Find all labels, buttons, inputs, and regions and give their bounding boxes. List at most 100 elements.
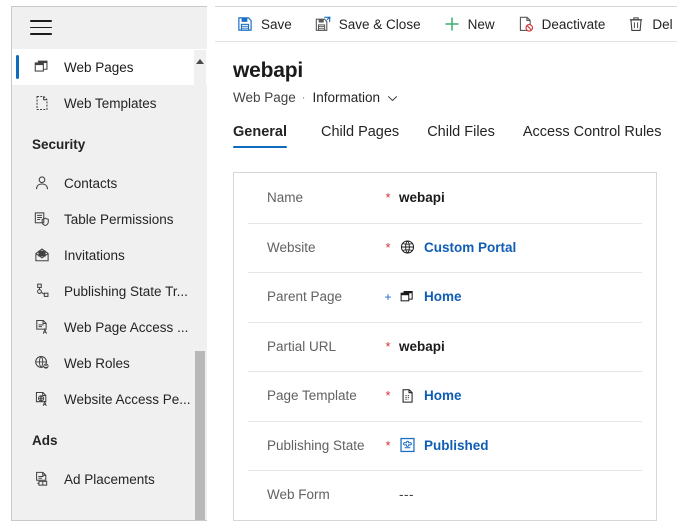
record-header: webapi Web Page · Information	[215, 43, 677, 121]
sidebar-item-label: Ad Placements	[64, 471, 155, 487]
deactivate-button[interactable]: Deactivate	[508, 9, 615, 39]
del-button[interactable]: Del	[618, 9, 677, 39]
sidebar-item-ad-placements[interactable]: Ad Placements	[12, 461, 207, 497]
app-window: Web Pages Web Templates Security Contacts Ta…	[0, 0, 677, 531]
field-value-partial-url[interactable]: webapi	[396, 339, 656, 354]
recommended-marker: +	[384, 289, 392, 304]
sidebar-item-label: Contacts	[64, 175, 118, 191]
command-button-label: New	[467, 16, 495, 32]
record-subtitle: Web Page · Information	[233, 90, 398, 105]
sidebar-scrollbar[interactable]	[194, 50, 206, 520]
field-value-text[interactable]: Published	[424, 438, 489, 453]
sitemap-group-security: Security	[32, 137, 86, 152]
save-button[interactable]: Save	[227, 9, 301, 39]
save-and-close-icon	[314, 15, 332, 33]
scroll-up-arrow-icon[interactable]	[195, 57, 205, 65]
form-field-row: Web Form ---	[234, 470, 656, 520]
sidebar-item-label: Web Pages	[64, 59, 134, 75]
sidebar-item-invitations[interactable]: Invitations	[12, 237, 207, 273]
field-value-text: webapi	[399, 338, 445, 354]
sidebar-item-web-page-access[interactable]: Web Page Access ...	[12, 309, 207, 345]
form-field-row: Parent Page + Home	[234, 272, 656, 322]
field-label-web-form: Web Form	[267, 487, 330, 503]
sidebar-item-web-pages[interactable]: Web Pages	[12, 49, 207, 85]
sidebar-item-label: Publishing State Tr...	[64, 283, 188, 299]
command-bar: Save Save & Close New Deactivate Del	[215, 6, 677, 42]
command-button-label: Deactivate	[541, 16, 606, 32]
sidebar-item-contacts[interactable]: Contacts	[12, 165, 207, 201]
tab-access-control-rules[interactable]: Access Control Rules	[509, 121, 676, 150]
form-field-row: Website * Custom Portal	[234, 222, 656, 273]
field-value-text: webapi	[399, 190, 445, 206]
globe-icon	[399, 239, 416, 256]
form-field-row: Publishing State * Published	[234, 420, 656, 471]
form-field-row: Name * webapi	[234, 173, 656, 223]
general-tab-form: Name * webapi Website * Custom Portal Parent P…	[233, 172, 657, 521]
field-value-text[interactable]: Home	[424, 289, 462, 304]
field-value-text[interactable]: Home	[424, 388, 462, 403]
field-value-name[interactable]: webapi	[396, 190, 656, 205]
tab-child-pages[interactable]: Child Pages	[307, 121, 413, 150]
page-template-icon	[399, 387, 416, 404]
web-pages-icon	[399, 288, 416, 305]
sidebar-item-label: Web Roles	[64, 355, 130, 371]
field-label-partial-url: Partial URL	[267, 338, 337, 354]
deactivate-icon	[517, 15, 535, 33]
sidebar-item-web-roles[interactable]: Web Roles	[12, 345, 207, 381]
field-label-publishing-state: Publishing State	[267, 437, 365, 453]
command-button-label: Del	[652, 16, 673, 32]
command-button-label: Save	[261, 16, 292, 32]
tab-general[interactable]: General	[233, 121, 301, 150]
page-title: webapi	[233, 59, 303, 82]
web-pages-icon	[32, 57, 52, 77]
tab-child-files[interactable]: Child Files	[413, 121, 509, 150]
required-marker: *	[385, 190, 391, 206]
sidebar-item-label: Table Permissions	[64, 211, 174, 227]
main-content: Save Save & Close New Deactivate Del webapi …	[215, 0, 677, 531]
web-page-access-icon	[32, 317, 52, 337]
entity-name: Web Page	[233, 90, 296, 105]
trash-icon	[627, 15, 645, 33]
web-roles-icon	[32, 353, 52, 373]
field-value-parent-page[interactable]: Home	[396, 288, 656, 305]
field-value-text[interactable]: Custom Portal	[424, 240, 516, 255]
required-marker: *	[385, 239, 391, 255]
command-button-label: Save & Close	[338, 16, 421, 32]
save-close-button[interactable]: Save & Close	[305, 9, 430, 39]
sidebar-item-table-permissions[interactable]: Table Permissions	[12, 201, 207, 237]
sidebar-item-label: Invitations	[64, 247, 125, 263]
sidebar-scrollbar-thumb[interactable]	[195, 351, 205, 520]
sidebar-item-web-templates[interactable]: Web Templates	[12, 85, 207, 121]
field-value-publishing-state[interactable]: Published	[396, 437, 656, 454]
sidebar-item-website-access-pe[interactable]: Website Access Pe...	[12, 381, 207, 417]
chevron-down-icon[interactable]	[387, 92, 398, 103]
sitemap-group-ads: Ads	[32, 433, 58, 448]
required-marker: *	[385, 437, 391, 453]
required-marker: *	[385, 338, 391, 354]
field-value-website[interactable]: Custom Portal	[396, 239, 656, 256]
form-field-row: Partial URL * webapi	[234, 321, 656, 372]
field-label-name: Name	[267, 190, 304, 206]
save-icon	[236, 15, 254, 33]
form-selector-label[interactable]: Information	[312, 90, 380, 105]
field-label-website: Website	[267, 239, 316, 255]
new-button[interactable]: New	[434, 9, 504, 39]
field-value-text: ---	[399, 487, 414, 503]
subtitle-separator: ·	[301, 91, 306, 104]
invitations-icon	[32, 245, 52, 265]
website-access-permission-icon	[32, 389, 52, 409]
sitemap-header	[12, 7, 207, 49]
publishing-state-icon	[399, 437, 416, 454]
ad-placements-icon	[32, 469, 52, 489]
table-permissions-icon	[32, 209, 52, 229]
field-value-web-form[interactable]: ---	[396, 487, 656, 502]
sidebar-item-publishing-state-tr[interactable]: Publishing State Tr...	[12, 273, 207, 309]
required-marker: *	[385, 388, 391, 404]
sidebar-item-label: Web Page Access ...	[64, 319, 189, 335]
sidebar-item-label: Web Templates	[64, 95, 157, 111]
form-field-row: Page Template * Home	[234, 371, 656, 421]
hamburger-icon[interactable]	[30, 20, 52, 36]
sidebar-item-label: Website Access Pe...	[64, 391, 191, 407]
field-value-page-template[interactable]: Home	[396, 387, 656, 404]
contact-person-icon	[32, 173, 52, 193]
